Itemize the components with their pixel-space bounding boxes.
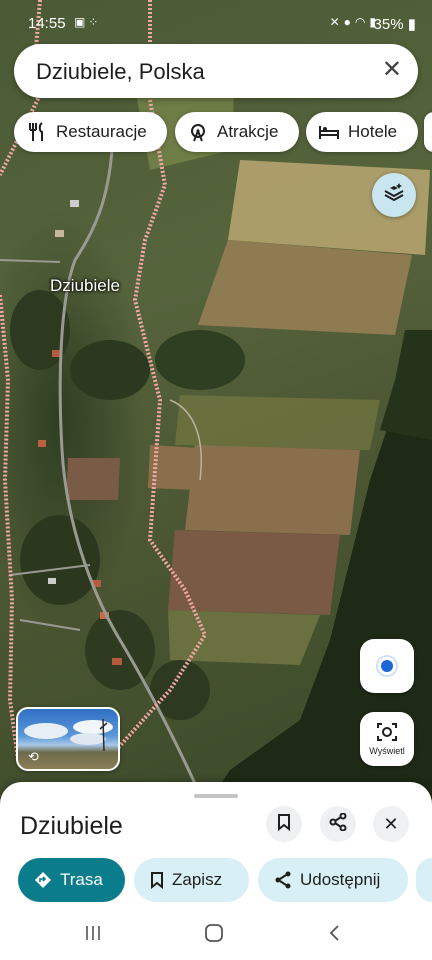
location-icon: ● [343, 15, 355, 29]
status-bar: 14:55 ▣⁘ ✕●◠▮ 35% ▮ [0, 0, 432, 44]
lens-label: Wyświetl [369, 746, 405, 756]
search-query[interactable]: Dziubiele, Polska [36, 59, 205, 85]
lens-button[interactable]: Wyświetl [360, 712, 414, 766]
recents-icon[interactable] [84, 924, 102, 947]
rotate-360-icon: ⟲ [28, 749, 39, 764]
chip-hotels[interactable]: Hotele [306, 112, 418, 152]
close-icon[interactable]: ✕ [382, 57, 402, 83]
hotel-icon [318, 121, 340, 143]
directions-button[interactable]: Trasa [18, 858, 125, 902]
battery-icon: ▮ [407, 16, 416, 33]
share-icon [329, 812, 347, 836]
more-actions-pill[interactable] [416, 858, 432, 902]
close-sheet-button[interactable]: ✕ [373, 806, 409, 842]
system-nav-bar [0, 912, 432, 960]
chip-restaurants[interactable]: Restauracje [14, 112, 167, 152]
attractions-icon [187, 121, 209, 143]
share-label: Udostępnij [300, 870, 381, 889]
status-time: 14:55 [28, 15, 66, 32]
chip-label: Restauracje [56, 122, 147, 141]
home-icon[interactable] [204, 923, 224, 948]
my-location-button[interactable] [360, 639, 414, 693]
share-button[interactable] [320, 806, 356, 842]
save-label: Zapisz [172, 870, 223, 889]
map-place-label[interactable]: Dziubiele [50, 276, 120, 296]
mute-icon: ✕ [329, 15, 344, 29]
bookmark-icon [277, 813, 291, 836]
street-view-thumbnail[interactable]: ⟲ [16, 707, 120, 771]
chip-label: Atrakcje [217, 122, 279, 141]
wifi-icon: ◠ [354, 15, 370, 29]
image-icon: ▣ [74, 15, 89, 29]
share-icon [274, 871, 292, 889]
save-button[interactable]: Zapisz [134, 858, 249, 902]
chip-more[interactable] [424, 112, 432, 152]
share-pill-button[interactable]: Udostępnij [258, 858, 408, 902]
search-bar[interactable]: Dziubiele, Polska ✕ [14, 44, 418, 98]
layers-button[interactable] [372, 173, 416, 217]
close-icon: ✕ [383, 813, 399, 834]
directions-icon [34, 871, 52, 889]
system-icons: ✕●◠▮ [330, 15, 380, 29]
sheet-drag-handle[interactable] [194, 794, 238, 798]
bookmark-button[interactable] [266, 806, 302, 842]
bookmark-icon [150, 871, 164, 889]
chip-attractions[interactable]: Atrakcje [175, 112, 299, 152]
layers-icon [382, 181, 406, 210]
place-title: Dziubiele [20, 812, 123, 840]
location-dot-icon [381, 660, 393, 672]
camera-lens-icon [376, 722, 398, 747]
back-icon[interactable] [327, 924, 341, 947]
notification-icons: ▣⁘ [74, 15, 101, 29]
dots-icon: ⁘ [88, 15, 102, 29]
chip-label: Hotele [348, 122, 398, 141]
battery-level: 35% ▮ [373, 16, 416, 33]
restaurant-icon [26, 121, 48, 143]
directions-label: Trasa [60, 870, 103, 889]
